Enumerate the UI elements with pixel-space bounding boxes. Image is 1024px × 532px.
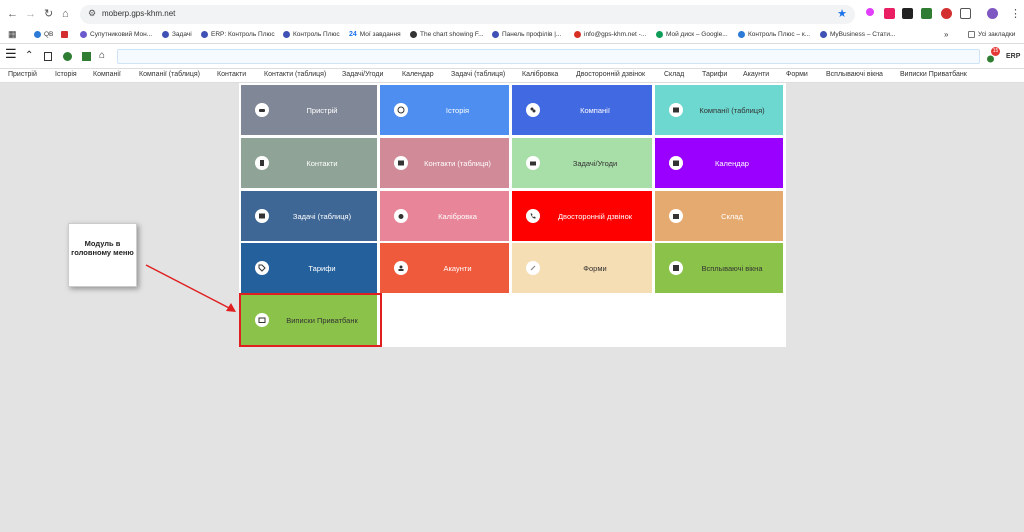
annotation-highlight-box (239, 293, 382, 347)
annotation-arrow (145, 264, 236, 312)
